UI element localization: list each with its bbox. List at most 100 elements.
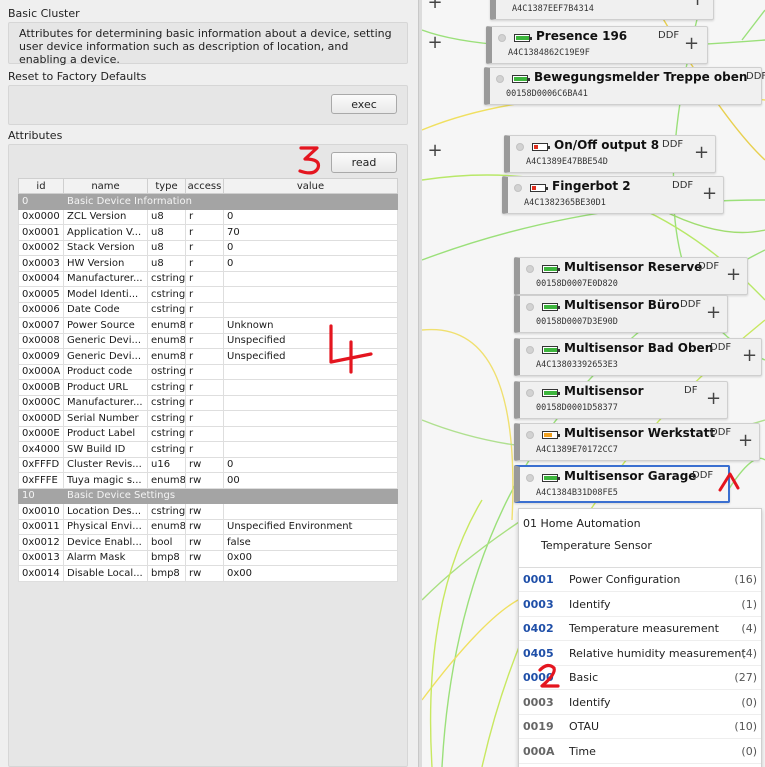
attribute-access: r xyxy=(185,332,224,349)
attribute-row[interactable]: 0x0012 Device Enabl... bool rw false xyxy=(18,534,398,551)
cluster-row[interactable]: 0003 Identify (0) xyxy=(519,691,761,715)
device-name: Multisensor Büro xyxy=(564,298,680,312)
cluster-row[interactable]: 000A Time (0) xyxy=(519,740,761,764)
device-node[interactable]: Multisensor Werkstatt DDF A4C1389E70172CC7… xyxy=(514,423,760,461)
expand-plus-icon[interactable]: + xyxy=(702,185,717,203)
attribute-value[interactable]: 0x00 xyxy=(223,549,398,566)
expand-plus-icon[interactable]: + xyxy=(742,347,757,365)
expand-plus-icon[interactable]: + xyxy=(422,32,448,56)
attribute-access: r xyxy=(185,224,224,241)
attribute-value[interactable] xyxy=(223,503,398,520)
attribute-row[interactable]: 0x0005 Model Identi... cstring r xyxy=(18,286,398,303)
attribute-row[interactable]: 0x0002 Stack Version u8 r 0 xyxy=(18,239,398,256)
attribute-row[interactable]: 0x000C Manufacturer... cstring r xyxy=(18,394,398,411)
cluster-row[interactable]: 0402 Temperature measurement (4) xyxy=(519,617,761,641)
column-header-id[interactable]: id xyxy=(18,178,64,194)
attribute-value[interactable]: false xyxy=(223,534,398,551)
expand-plus-icon[interactable]: + xyxy=(706,304,721,322)
device-name: Multisensor Garage xyxy=(564,469,697,483)
attribute-value[interactable] xyxy=(223,286,398,303)
attribute-value[interactable]: 0 xyxy=(223,239,398,256)
attribute-id: 0x0005 xyxy=(18,286,64,303)
cluster-row[interactable]: 0001 Power Configuration (16) xyxy=(519,568,761,592)
attribute-value[interactable]: 00 xyxy=(223,472,398,489)
attribute-value[interactable] xyxy=(223,425,398,442)
group-id: 10 xyxy=(18,487,64,504)
attribute-value[interactable] xyxy=(223,379,398,396)
attribute-row[interactable]: 0x4000 SW Build ID cstring r xyxy=(18,441,398,458)
column-header-access[interactable]: access xyxy=(185,178,224,194)
attribute-row[interactable]: 0x0009 Generic Devi... enum8 r Unspecified xyxy=(18,348,398,365)
attribute-value[interactable]: 0 xyxy=(223,255,398,272)
device-name: Multisensor Werkstatt xyxy=(564,426,716,440)
device-node[interactable]: Bewegungsmelder Treppe oben DDF 00158D0006… xyxy=(484,67,765,105)
read-button[interactable]: read xyxy=(331,152,397,173)
cluster-name: OTAU xyxy=(569,720,600,733)
device-node[interactable]: Multisensor Büro DDF 00158D0007D3E90D + xyxy=(514,295,728,333)
attribute-value[interactable]: 0x00 xyxy=(223,565,398,582)
attribute-row[interactable]: 0x000E Product Label cstring r xyxy=(18,425,398,442)
attribute-value[interactable]: 70 xyxy=(223,224,398,241)
attribute-value[interactable]: 0 xyxy=(223,456,398,473)
attribute-value[interactable]: Unspecified Environment xyxy=(223,518,398,535)
attribute-row[interactable]: 0x0013 Alarm Mask bmp8 rw 0x00 xyxy=(18,549,398,566)
attribute-value[interactable] xyxy=(223,394,398,411)
device-node[interactable]: Presence 196 DDF A4C1384862C19E9F + xyxy=(486,26,708,64)
device-node[interactable]: On/Off output 8 DDF A4C1389E47BBE54D + xyxy=(504,135,716,173)
expand-plus-icon[interactable]: + xyxy=(690,0,705,9)
expand-plus-icon[interactable]: + xyxy=(726,266,741,284)
attribute-id: 0x0003 xyxy=(18,255,64,272)
attribute-value[interactable]: Unspecified xyxy=(223,332,398,349)
expand-plus-icon[interactable]: + xyxy=(706,390,721,408)
device-node[interactable]: Multisensor Bad Oben DDF A4C13803392653E3 + xyxy=(514,338,762,376)
device-name: Multisensor Reserve xyxy=(564,260,703,274)
exec-button[interactable]: exec xyxy=(331,94,397,114)
expand-plus-icon[interactable]: + xyxy=(738,432,753,450)
column-header-name[interactable]: name xyxy=(63,178,148,194)
attribute-row[interactable]: 0x000B Product URL cstring r xyxy=(18,379,398,396)
attribute-row[interactable]: 0x000A Product code ostring r xyxy=(18,363,398,380)
cluster-row[interactable]: 0405 Relative humidity measurement (4) xyxy=(519,642,761,666)
attribute-row[interactable]: 0x0014 Disable Local... bmp8 rw 0x00 xyxy=(18,565,398,582)
expand-plus-icon[interactable]: + xyxy=(694,144,709,162)
attribute-value[interactable]: 0 xyxy=(223,208,398,225)
attribute-value[interactable]: Unknown xyxy=(223,317,398,334)
device-node[interactable]: A4C1387EEF7B4314 + xyxy=(490,0,714,20)
device-node[interactable]: Multisensor Garage DDF A4C1384B31D08FE5 xyxy=(514,465,730,503)
attribute-row[interactable]: 0x0000 ZCL Version u8 r 0 xyxy=(18,208,398,225)
cluster-row[interactable]: 0019 OTAU (10) xyxy=(519,715,761,739)
attribute-row[interactable]: 0x0008 Generic Devi... enum8 r Unspecified xyxy=(18,332,398,349)
expand-plus-icon[interactable]: + xyxy=(684,35,699,53)
column-header-value[interactable]: value xyxy=(223,178,398,194)
expand-plus-icon[interactable]: + xyxy=(422,0,448,16)
attribute-value[interactable] xyxy=(223,301,398,318)
attribute-row[interactable]: 0xFFFD Cluster Revis... u16 rw 0 xyxy=(18,456,398,473)
attribute-row[interactable]: 0x0011 Physical Envi... enum8 rw Unspecified… xyxy=(18,518,398,535)
network-graph[interactable]: + + + A4C1387EEF7B4314 + Presence 196 DDF A4… xyxy=(422,0,765,767)
attribute-row[interactable]: 0x0006 Date Code cstring r xyxy=(18,301,398,318)
attribute-row[interactable]: 0xFFFE Tuya magic s... enum8 rw 00 xyxy=(18,472,398,489)
attribute-name: Cluster Revis... xyxy=(63,456,148,473)
status-dot-icon xyxy=(514,184,522,192)
cluster-attribute-count: (0) xyxy=(741,744,757,758)
attribute-row[interactable]: 0x0001 Application V... u8 r 70 xyxy=(18,224,398,241)
attribute-value[interactable] xyxy=(223,363,398,380)
cluster-row[interactable]: 0003 Identify (1) xyxy=(519,593,761,617)
device-node[interactable]: Fingerbot 2 DDF A4C1382365BE30D1 + xyxy=(502,176,724,214)
attribute-row[interactable]: 0x0010 Location Des... cstring rw xyxy=(18,503,398,520)
column-header-type[interactable]: type xyxy=(147,178,186,194)
device-node[interactable]: Multisensor DF 00158D0001D58377 + xyxy=(514,381,728,419)
attribute-value[interactable]: Unspecified xyxy=(223,348,398,365)
attribute-value[interactable] xyxy=(223,441,398,458)
attribute-value[interactable] xyxy=(223,410,398,427)
attribute-row[interactable]: 0x0003 HW Version u8 r 0 xyxy=(18,255,398,272)
ddf-label: DDF xyxy=(680,299,702,310)
attribute-row[interactable]: 0x0007 Power Source enum8 r Unknown xyxy=(18,317,398,334)
attribute-value[interactable] xyxy=(223,270,398,287)
attribute-row[interactable]: 0x000D Serial Number cstring r xyxy=(18,410,398,427)
device-node[interactable]: Multisensor Reserve DDF 00158D0007E0D820 + xyxy=(514,257,748,295)
cluster-id: 0001 xyxy=(523,573,554,586)
cluster-row[interactable]: 0000 Basic (27) xyxy=(519,666,761,690)
expand-plus-icon[interactable]: + xyxy=(422,140,448,164)
attribute-row[interactable]: 0x0004 Manufacturer... cstring r xyxy=(18,270,398,287)
